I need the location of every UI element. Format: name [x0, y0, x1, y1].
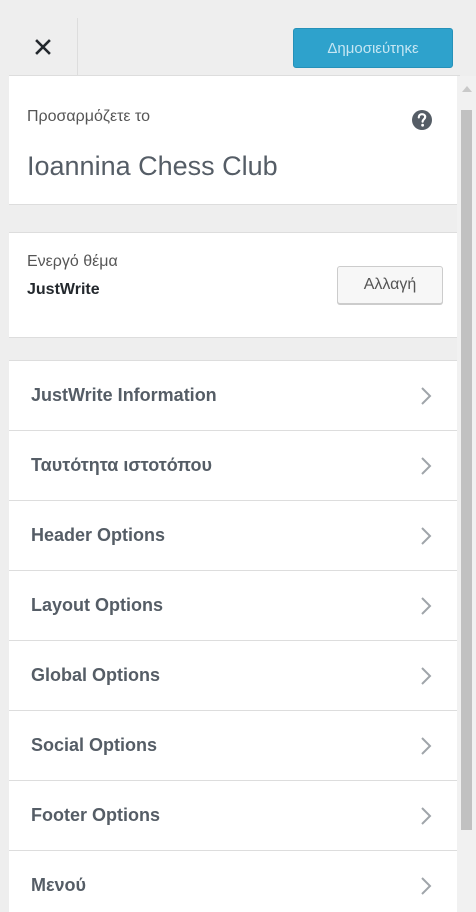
active-theme-label: Ενεργό θέμα [27, 253, 118, 270]
close-icon [35, 38, 51, 55]
section-menus[interactable]: Μενού [9, 851, 457, 912]
chevron-right-icon [421, 737, 432, 755]
chevron-right-icon [421, 527, 432, 545]
panel-scrollbar[interactable] [457, 76, 476, 912]
customizer-header: Δημοσιεύτηκε [9, 18, 460, 76]
section-label: Layout Options [31, 595, 163, 615]
chevron-right-icon [421, 877, 432, 895]
section-social-options[interactable]: Social Options [9, 711, 457, 781]
section-site-identity[interactable]: Ταυτότητα ιστοτόπου [9, 431, 457, 501]
section-label: Ταυτότητα ιστοτόπου [31, 455, 212, 475]
sections-list: JustWrite Information Ταυτότητα ιστοτόπο… [9, 360, 457, 912]
chevron-right-icon [421, 597, 432, 615]
section-global-options[interactable]: Global Options [9, 641, 457, 711]
active-theme: Ενεργό θέμα JustWrite Αλλαγή [9, 232, 457, 338]
close-button[interactable] [9, 18, 78, 75]
chevron-right-icon [421, 387, 432, 405]
section-label: Footer Options [31, 805, 160, 825]
help-icon[interactable] [411, 109, 433, 131]
section-justwrite-information[interactable]: JustWrite Information [9, 361, 457, 431]
customizer-panel: Προσαρμόζετε το Ioannina Chess Club Ενερ… [9, 76, 457, 912]
chevron-right-icon [421, 807, 432, 825]
section-label: JustWrite Information [31, 385, 217, 405]
active-theme-name: JustWrite [27, 281, 100, 298]
change-theme-button[interactable]: Αλλαγή [337, 266, 443, 304]
customize-info: Προσαρμόζετε το Ioannina Chess Club [9, 76, 457, 205]
section-label: Social Options [31, 735, 158, 755]
chevron-right-icon [421, 457, 432, 475]
customize-info-label: Προσαρμόζετε το [27, 108, 150, 125]
chevron-right-icon [421, 667, 432, 685]
scrollbar-thumb[interactable] [461, 110, 472, 830]
publish-button[interactable]: Δημοσιεύτηκε [293, 28, 453, 68]
site-title: Ioannina Chess Club [27, 151, 278, 181]
section-header-options[interactable]: Header Options [9, 501, 457, 571]
section-label: Μενού [31, 875, 87, 895]
section-label: Global Options [31, 665, 160, 685]
section-layout-options[interactable]: Layout Options [9, 571, 457, 641]
section-footer-options[interactable]: Footer Options [9, 781, 457, 851]
section-label: Header Options [31, 525, 166, 545]
scroll-up-arrow-icon[interactable] [462, 86, 472, 92]
